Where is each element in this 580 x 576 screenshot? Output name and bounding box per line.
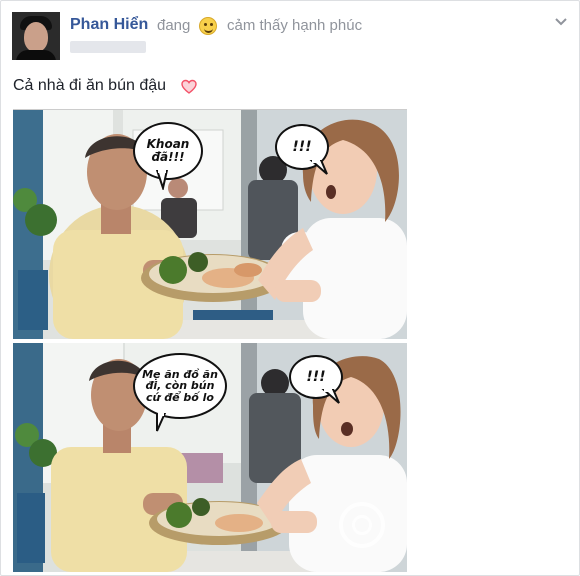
woman-bubble-tail [309,160,328,175]
facebook-post: Phan Hiển đang cảm thấy hạnh phúc Cả nhà… [0,0,580,576]
author-name[interactable]: Phan Hiển [70,16,148,34]
post-caption: Cả nhà đi ăn bún đậu [13,77,167,94]
photo-panel-top: Khoan đã!!! !!! [13,110,407,339]
boy-bubble-tail-long [156,413,167,432]
avatar-coat [16,50,56,60]
panel-top-scene [13,110,407,339]
boy-bubble-tail [155,170,169,190]
woman-bubble-tail-bottom [321,389,340,404]
watermark-logo [339,502,385,548]
boy-speech-bubble-long: Mẹ ăn đồ ăn đi, còn bún cứ để bố lo [133,353,227,419]
feeling-text[interactable]: cảm thấy hạnh phúc [227,17,362,34]
chevron-down-icon[interactable] [553,15,569,31]
heart-icon [181,79,197,94]
post-timestamp-blurred [70,41,146,53]
avatar-face [24,22,48,52]
status-prefix: đang [157,17,191,34]
post-photo[interactable]: Khoan đã!!! !!! Mẹ ăn đồ ăn đi, còn bún … [13,109,407,572]
author-avatar[interactable] [12,12,60,60]
smile-emoji-icon [199,17,217,35]
